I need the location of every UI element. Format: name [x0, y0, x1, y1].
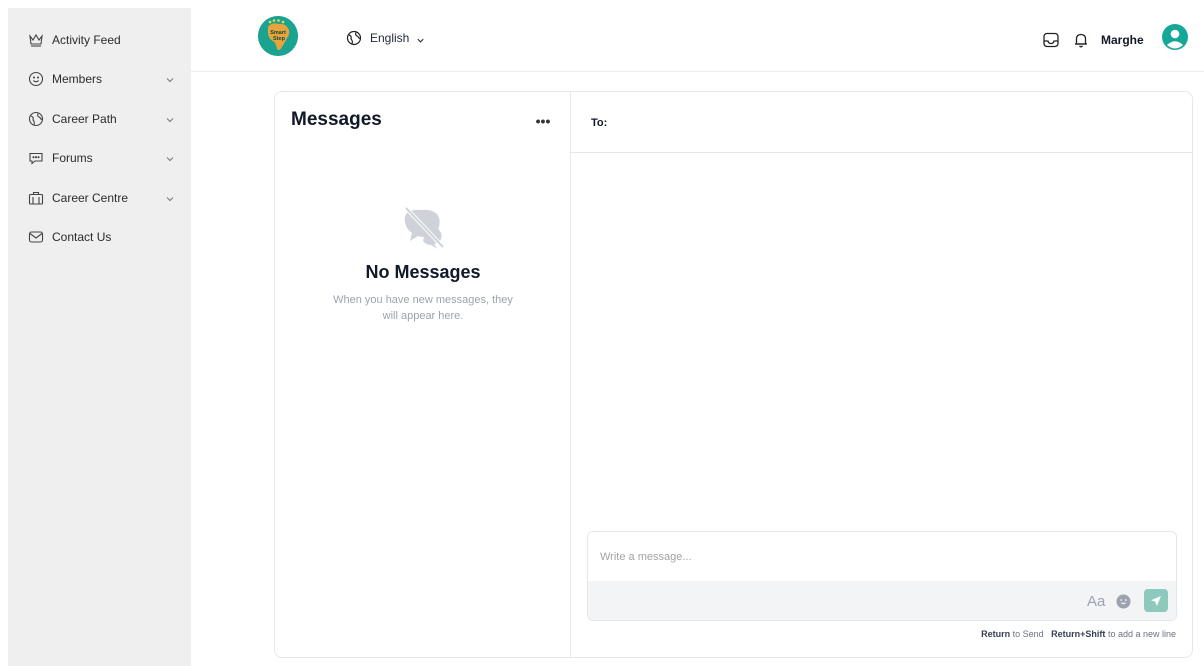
empty-state-title: No Messages: [365, 262, 481, 282]
sidebar-item-contact-us[interactable]: Contact Us: [8, 222, 191, 252]
recipient-row: To:: [571, 92, 1192, 153]
crown-icon: [28, 32, 44, 48]
sidebar-item-forums[interactable]: Forums: [8, 143, 191, 173]
hint-newline-text: to add a new line: [1105, 629, 1176, 639]
globe-icon: [346, 30, 362, 46]
sidebar-item-label: Activity Feed: [52, 33, 121, 47]
logo[interactable]: Smart Step: [258, 16, 298, 56]
send-icon: [1151, 595, 1161, 606]
sidebar-item-label: Members: [52, 72, 103, 86]
bell-icon[interactable]: [1072, 31, 1090, 49]
empty-state-description: When you have new messages, they will ap…: [333, 294, 513, 322]
send-button[interactable]: [1144, 589, 1168, 612]
language-label: English: [370, 31, 410, 45]
user-name[interactable]: Marghe: [1101, 33, 1144, 47]
sidebar-item-career-path[interactable]: Career Path: [8, 104, 191, 134]
envelope-icon: [28, 229, 44, 245]
no-messages-icon: [398, 205, 448, 251]
chevron-down-icon[interactable]: [164, 73, 176, 85]
logo-text: Step: [273, 36, 286, 42]
page-title: Messages: [291, 109, 382, 130]
hint-newline-key: Return+Shift: [1051, 629, 1106, 639]
chat-bubble-icon: [28, 150, 44, 166]
sidebar-item-label: Contact Us: [52, 230, 112, 244]
smiley-icon: [28, 71, 44, 87]
text-format-button[interactable]: Aa: [1087, 593, 1105, 610]
recipient-input[interactable]: [615, 110, 1175, 136]
hint-send-key: Return: [981, 629, 1011, 639]
message-input[interactable]: [588, 532, 1176, 581]
to-label: To:: [591, 117, 608, 129]
chevron-down-icon[interactable]: [164, 113, 176, 125]
logo-graphic: Smart Step: [258, 16, 298, 56]
avatar[interactable]: [1162, 24, 1188, 50]
keyboard-hint: Return to Send Return+Shift to add a new…: [981, 629, 1176, 639]
briefcase-icon: [28, 190, 44, 206]
sidebar-item-label: Forums: [52, 151, 93, 165]
editor-toolbar: Aa: [588, 581, 1176, 620]
message-editor: Aa: [587, 531, 1177, 621]
sidebar-item-activity-feed[interactable]: Activity Feed: [8, 25, 191, 55]
emoji-icon[interactable]: [1116, 594, 1131, 609]
sidebar: Activity Feed Members Career Path Forums: [8, 8, 191, 666]
language-selector[interactable]: English: [346, 30, 426, 46]
messages-panel: Messages ••• No Messages When you have n…: [274, 91, 1193, 658]
sidebar-item-label: Career Centre: [52, 191, 129, 205]
hint-send-text: to Send: [1010, 629, 1044, 639]
chevron-down-icon[interactable]: [164, 192, 176, 204]
inbox-icon[interactable]: [1042, 31, 1060, 49]
chevron-down-icon: [415, 33, 426, 44]
chevron-down-icon[interactable]: [164, 152, 176, 164]
compose-area: To: Aa Return to Send Return+Shift to ad…: [571, 92, 1192, 657]
top-bar: Smart Step English Marghe: [191, 0, 1204, 72]
sidebar-item-members[interactable]: Members: [8, 64, 191, 94]
globe-icon: [28, 111, 44, 127]
sidebar-item-career-centre[interactable]: Career Centre: [8, 183, 191, 213]
user-avatar-icon: [1162, 24, 1188, 50]
more-options-button[interactable]: •••: [533, 114, 553, 130]
sidebar-item-label: Career Path: [52, 112, 117, 126]
thread-list: Messages ••• No Messages When you have n…: [275, 92, 571, 657]
